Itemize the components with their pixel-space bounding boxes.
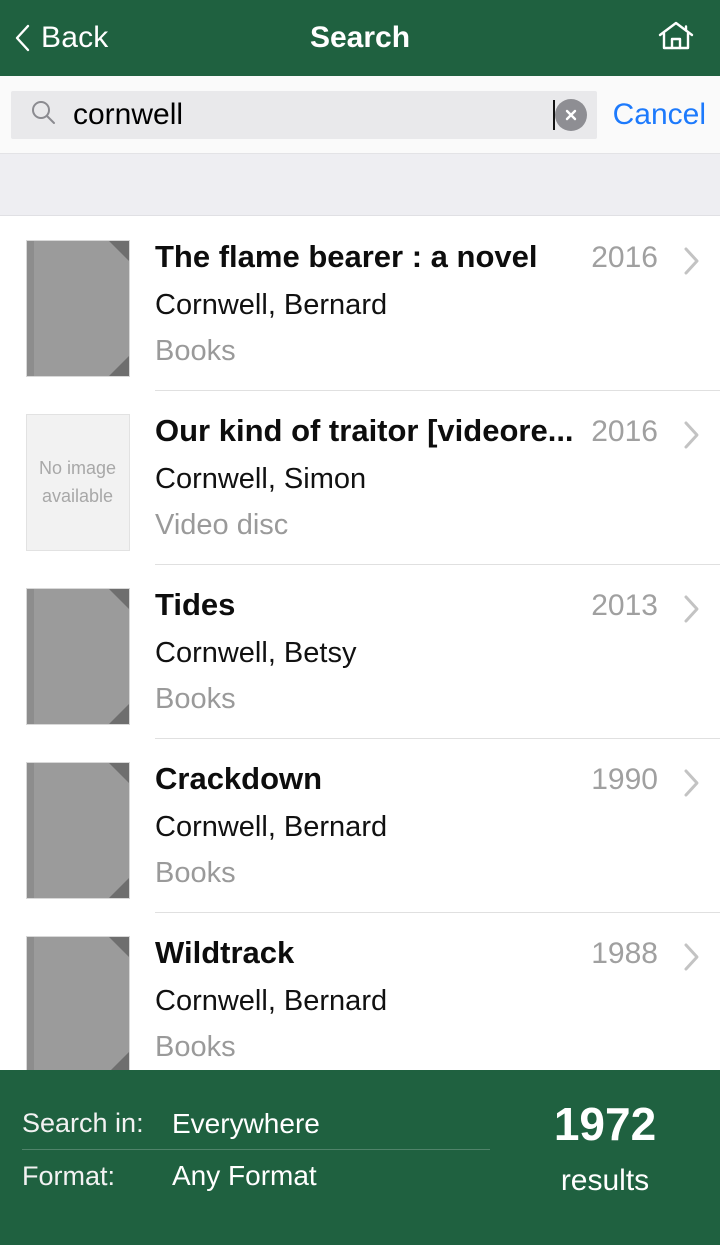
home-icon bbox=[656, 18, 696, 59]
cover-corner-bottom-right bbox=[108, 704, 129, 724]
thumbnail-cell bbox=[0, 760, 155, 899]
back-button-label: Back bbox=[41, 21, 109, 54]
search-filters-footer: Search in: Everywhere Format: Any Format… bbox=[0, 1070, 720, 1245]
results-list[interactable]: The flame bearer : a novel 2016 Cornwell… bbox=[0, 216, 720, 1070]
chevron-left-icon bbox=[14, 24, 30, 52]
result-year: 2016 bbox=[591, 415, 658, 448]
cover-spine bbox=[26, 763, 34, 898]
result-year: 2013 bbox=[591, 589, 658, 622]
chevron-right-icon bbox=[683, 942, 701, 977]
home-button[interactable] bbox=[654, 18, 698, 58]
table-row[interactable]: The flame bearer : a novel 2016 Cornwell… bbox=[0, 216, 720, 390]
cover-spine bbox=[26, 937, 34, 1070]
disclosure-cell bbox=[664, 760, 720, 803]
cover-corner-top-right bbox=[108, 589, 129, 609]
thumbnail-cell bbox=[0, 586, 155, 725]
result-info: Our kind of traitor [videore... 2016 Cor… bbox=[155, 412, 664, 542]
result-format: Books bbox=[155, 1030, 236, 1063]
table-row[interactable]: Wildtrack 1988 Cornwell, Bernard Books bbox=[0, 912, 720, 1070]
cover-placeholder-icon bbox=[25, 588, 130, 725]
filters-group: Search in: Everywhere Format: Any Format bbox=[0, 1098, 490, 1245]
format-filter[interactable]: Format: Any Format bbox=[22, 1150, 490, 1202]
cover-corner-bottom-right bbox=[108, 356, 129, 376]
table-row[interactable]: No image available Our kind of traitor [… bbox=[0, 390, 720, 564]
cancel-button[interactable]: Cancel bbox=[597, 98, 720, 132]
format-value: Any Format bbox=[172, 1160, 317, 1191]
result-count-group: 1972 results bbox=[490, 1098, 720, 1245]
cover-placeholder-icon bbox=[25, 240, 130, 377]
result-info: The flame bearer : a novel 2016 Cornwell… bbox=[155, 238, 664, 368]
search-bar: cornwell Cancel bbox=[0, 76, 720, 154]
title-row: Tides 2013 bbox=[155, 586, 658, 625]
search-in-filter[interactable]: Search in: Everywhere bbox=[22, 1098, 490, 1150]
title-row: Our kind of traitor [videore... 2016 bbox=[155, 412, 658, 451]
result-author: Cornwell, Betsy bbox=[155, 636, 357, 669]
thumbnail-cell bbox=[0, 238, 155, 377]
result-author: Cornwell, Bernard bbox=[155, 810, 388, 843]
result-count-label: results bbox=[560, 1164, 650, 1198]
result-info: Crackdown 1990 Cornwell, Bernard Books bbox=[155, 760, 664, 890]
cover-placeholder-icon bbox=[25, 936, 130, 1070]
search-input-value: cornwell bbox=[73, 99, 184, 130]
search-in-label: Search in: bbox=[22, 1108, 144, 1138]
chevron-right-icon bbox=[683, 768, 701, 803]
result-format: Books bbox=[155, 334, 236, 367]
result-author: Cornwell, Bernard bbox=[155, 984, 388, 1017]
result-year: 1990 bbox=[591, 763, 658, 796]
title-row: Crackdown 1990 bbox=[155, 760, 658, 799]
result-title: The flame bearer : a novel bbox=[155, 239, 538, 274]
title-row: Wildtrack 1988 bbox=[155, 934, 658, 973]
disclosure-cell bbox=[664, 412, 720, 455]
cover-corner-bottom-right bbox=[108, 878, 129, 898]
result-year: 2016 bbox=[591, 241, 658, 274]
search-results-screen: Back Search cornwell Cancel The flame be… bbox=[0, 0, 720, 1245]
table-row[interactable]: Crackdown 1990 Cornwell, Bernard Books bbox=[0, 738, 720, 912]
result-author: Cornwell, Bernard bbox=[155, 288, 388, 321]
cover-spine bbox=[26, 589, 34, 724]
disclosure-cell bbox=[664, 934, 720, 977]
result-title: Crackdown bbox=[155, 761, 323, 796]
result-title: Our kind of traitor [videore... bbox=[155, 413, 574, 448]
result-format: Books bbox=[155, 856, 236, 889]
table-row[interactable]: Tides 2013 Cornwell, Betsy Books bbox=[0, 564, 720, 738]
cover-spine bbox=[26, 241, 34, 376]
thumbnail-cell: No image available bbox=[0, 412, 155, 551]
result-info: Wildtrack 1988 Cornwell, Bernard Books bbox=[155, 934, 664, 1064]
no-image-placeholder: No image available bbox=[25, 414, 130, 551]
disclosure-cell bbox=[664, 586, 720, 629]
result-format: Books bbox=[155, 682, 236, 715]
disclosure-cell bbox=[664, 238, 720, 281]
search-scope-band bbox=[0, 154, 720, 216]
cover-corner-top-right bbox=[108, 763, 129, 783]
search-input[interactable]: cornwell bbox=[11, 90, 597, 139]
result-year: 1988 bbox=[591, 937, 658, 970]
search-in-value: Everywhere bbox=[172, 1107, 320, 1139]
close-icon bbox=[565, 109, 576, 120]
title-row: The flame bearer : a novel 2016 bbox=[155, 238, 658, 277]
chevron-right-icon bbox=[683, 420, 701, 455]
search-icon bbox=[29, 98, 57, 131]
result-count: 1972 bbox=[553, 1098, 657, 1150]
back-button[interactable]: Back bbox=[0, 0, 109, 76]
result-author: Cornwell, Simon bbox=[155, 462, 367, 495]
no-image-line-1: No image bbox=[38, 457, 117, 478]
no-image-line-2: available bbox=[41, 485, 114, 506]
chevron-right-icon bbox=[683, 246, 701, 281]
result-format: Video disc bbox=[155, 508, 289, 541]
cover-corner-bottom-right bbox=[108, 1052, 129, 1070]
cover-placeholder-icon bbox=[25, 762, 130, 899]
result-title: Wildtrack bbox=[155, 935, 295, 970]
cover-corner-top-right bbox=[108, 241, 129, 261]
result-info: Tides 2013 Cornwell, Betsy Books bbox=[155, 586, 664, 716]
cover-corner-top-right bbox=[108, 937, 129, 957]
clear-search-button[interactable] bbox=[554, 98, 587, 131]
chevron-right-icon bbox=[683, 594, 701, 629]
format-label: Format: bbox=[22, 1160, 116, 1191]
thumbnail-cell bbox=[0, 934, 155, 1070]
navigation-bar: Back Search bbox=[0, 0, 720, 76]
result-title: Tides bbox=[155, 587, 236, 622]
